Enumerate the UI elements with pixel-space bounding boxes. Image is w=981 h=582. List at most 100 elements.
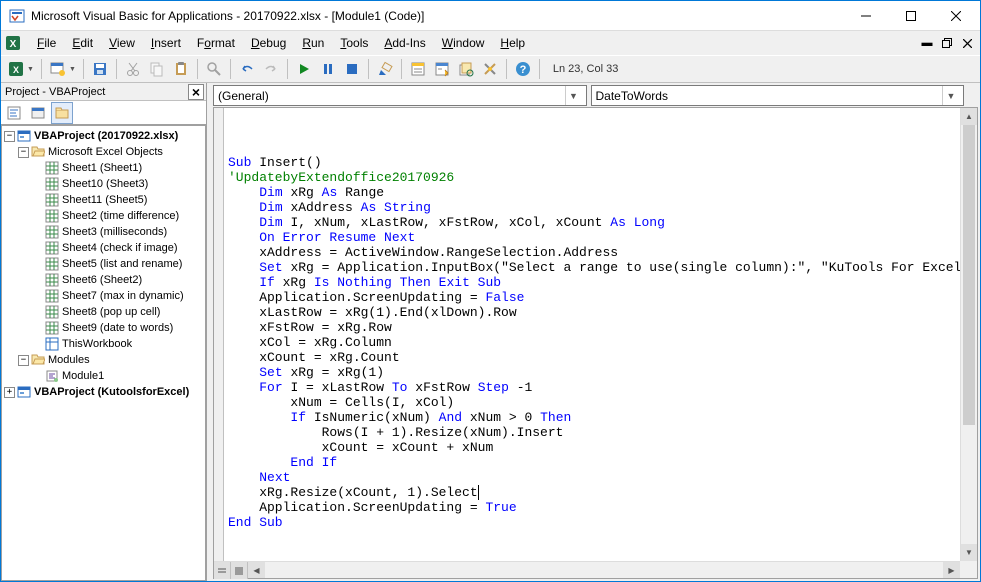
maximize-button[interactable] bbox=[888, 1, 933, 30]
tree-label: Sheet9 (date to words) bbox=[62, 322, 173, 334]
tree-node[interactable]: − Microsoft Excel Objects bbox=[2, 144, 205, 160]
tree-node[interactable]: Sheet7 (max in dynamic) bbox=[2, 288, 205, 304]
expand-icon[interactable]: + bbox=[4, 387, 15, 398]
project-panel-header: Project - VBAProject × bbox=[1, 83, 206, 101]
toggle-folders-button[interactable] bbox=[51, 102, 73, 124]
vertical-scrollbar[interactable]: ▲ ▼ bbox=[960, 108, 977, 561]
collapse-icon[interactable]: − bbox=[18, 147, 29, 158]
mdi-minimize-button[interactable]: ▬ bbox=[918, 34, 936, 52]
save-button[interactable] bbox=[89, 58, 111, 80]
project-panel-close-button[interactable]: × bbox=[188, 84, 204, 100]
menu-format[interactable]: Format bbox=[189, 34, 243, 52]
object-browser-button[interactable] bbox=[455, 58, 477, 80]
tree-label: Microsoft Excel Objects bbox=[48, 146, 163, 158]
tree-node[interactable]: Sheet1 (Sheet1) bbox=[2, 160, 205, 176]
window-title: Microsoft Visual Basic for Applications … bbox=[31, 9, 843, 23]
tree-label: Sheet3 (milliseconds) bbox=[62, 226, 167, 238]
menu-insert[interactable]: Insert bbox=[143, 34, 189, 52]
tree-node[interactable]: ThisWorkbook bbox=[2, 336, 205, 352]
scroll-down-icon[interactable]: ▼ bbox=[961, 544, 977, 561]
tree-label: Sheet8 (pop up cell) bbox=[62, 306, 160, 318]
tree-icon bbox=[45, 177, 59, 191]
scroll-up-icon[interactable]: ▲ bbox=[961, 108, 977, 125]
insert-userform-button[interactable] bbox=[47, 58, 69, 80]
tree-node[interactable]: Sheet2 (time difference) bbox=[2, 208, 205, 224]
help-button[interactable]: ? bbox=[512, 58, 534, 80]
chevron-down-icon: ▼ bbox=[565, 86, 582, 105]
tree-node[interactable]: Module1 bbox=[2, 368, 205, 384]
dropdown-arrow-icon[interactable]: ▼ bbox=[69, 66, 78, 73]
reset-button[interactable] bbox=[341, 58, 363, 80]
menu-file[interactable]: File bbox=[29, 34, 64, 52]
cut-button[interactable] bbox=[122, 58, 144, 80]
tree-node[interactable]: −VBAProject (20170922.xlsx) bbox=[2, 128, 205, 144]
menu-debug[interactable]: Debug bbox=[243, 34, 294, 52]
view-code-button[interactable] bbox=[3, 102, 25, 124]
project-panel-toolbar bbox=[1, 101, 206, 125]
tree-icon bbox=[45, 193, 59, 207]
minimize-button[interactable] bbox=[843, 1, 888, 30]
dropdown-arrow-icon[interactable]: ▼ bbox=[27, 66, 36, 73]
scroll-thumb[interactable] bbox=[963, 125, 975, 425]
menu-view[interactable]: View bbox=[101, 34, 143, 52]
tree-node[interactable]: +VBAProject (KutoolsforExcel) bbox=[2, 384, 205, 400]
mdi-restore-button[interactable] bbox=[938, 34, 956, 52]
full-module-view-button[interactable] bbox=[231, 562, 248, 579]
main-area: Project - VBAProject × −VBAProject (2017… bbox=[1, 83, 980, 581]
scroll-left-icon[interactable]: ◀ bbox=[248, 562, 265, 578]
project-explorer-button[interactable] bbox=[407, 58, 429, 80]
find-button[interactable] bbox=[203, 58, 225, 80]
menu-window[interactable]: Window bbox=[434, 34, 493, 52]
break-button[interactable] bbox=[317, 58, 339, 80]
procedure-dropdown[interactable]: DateToWords ▼ bbox=[591, 85, 965, 106]
titlebar: Microsoft Visual Basic for Applications … bbox=[1, 1, 980, 31]
scroll-right-icon[interactable]: ▶ bbox=[943, 562, 960, 578]
properties-button[interactable] bbox=[431, 58, 453, 80]
procedure-view-button[interactable] bbox=[214, 562, 231, 579]
procedure-dropdown-value: DateToWords bbox=[596, 89, 668, 103]
tree-node[interactable]: Sheet8 (pop up cell) bbox=[2, 304, 205, 320]
tree-node[interactable]: Sheet6 (Sheet2) bbox=[2, 272, 205, 288]
tree-label: Sheet10 (Sheet3) bbox=[62, 178, 148, 190]
tree-node[interactable]: Sheet5 (list and rename) bbox=[2, 256, 205, 272]
code-editor[interactable]: Sub Insert() 'UpdatebyExtendoffice201709… bbox=[214, 108, 977, 578]
toolbox-button[interactable] bbox=[479, 58, 501, 80]
design-mode-button[interactable] bbox=[374, 58, 396, 80]
view-object-button[interactable] bbox=[27, 102, 49, 124]
tree-node[interactable]: Sheet10 (Sheet3) bbox=[2, 176, 205, 192]
menu-tools[interactable]: Tools bbox=[332, 34, 376, 52]
tree-label: Modules bbox=[48, 354, 90, 366]
tree-node[interactable]: Sheet3 (milliseconds) bbox=[2, 224, 205, 240]
undo-button[interactable] bbox=[236, 58, 258, 80]
menu-edit[interactable]: Edit bbox=[64, 34, 101, 52]
copy-button[interactable] bbox=[146, 58, 168, 80]
collapse-icon[interactable]: − bbox=[4, 131, 15, 142]
redo-button[interactable] bbox=[260, 58, 282, 80]
menu-add-ins[interactable]: Add-Ins bbox=[376, 34, 433, 52]
tree-icon bbox=[45, 241, 59, 255]
run-button[interactable] bbox=[293, 58, 315, 80]
tree-icon bbox=[45, 337, 59, 351]
tree-node[interactable]: Sheet11 (Sheet5) bbox=[2, 192, 205, 208]
vba-app-icon bbox=[9, 8, 25, 24]
scroll-corner bbox=[960, 561, 977, 578]
collapse-icon[interactable]: − bbox=[18, 355, 29, 366]
tree-icon bbox=[31, 353, 45, 367]
view-excel-button[interactable]: X bbox=[5, 58, 27, 80]
tree-label: Sheet7 (max in dynamic) bbox=[62, 290, 184, 302]
toolbar: X ▼ ▼ ? Ln 23, Col 33 bbox=[1, 55, 980, 83]
menu-run[interactable]: Run bbox=[294, 34, 332, 52]
horizontal-scrollbar[interactable]: ◀ ▶ bbox=[214, 561, 960, 578]
object-dropdown[interactable]: (General) ▼ bbox=[213, 85, 587, 106]
project-panel: Project - VBAProject × −VBAProject (2017… bbox=[1, 83, 207, 581]
mdi-close-button[interactable] bbox=[958, 34, 976, 52]
close-button[interactable] bbox=[933, 1, 978, 30]
project-tree[interactable]: −VBAProject (20170922.xlsx)−Microsoft Ex… bbox=[1, 125, 206, 581]
paste-button[interactable] bbox=[170, 58, 192, 80]
tree-icon bbox=[45, 273, 59, 287]
tree-node[interactable]: Sheet4 (check if image) bbox=[2, 240, 205, 256]
tree-label: Sheet2 (time difference) bbox=[62, 210, 179, 222]
tree-node[interactable]: − Modules bbox=[2, 352, 205, 368]
tree-node[interactable]: Sheet9 (date to words) bbox=[2, 320, 205, 336]
menu-help[interactable]: Help bbox=[492, 34, 533, 52]
